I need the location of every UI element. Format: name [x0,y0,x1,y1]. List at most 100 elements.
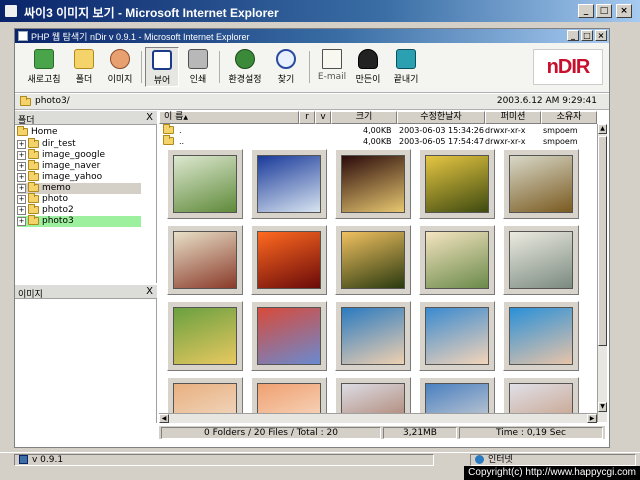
print-button[interactable]: 인쇄 [181,47,215,87]
folder-button[interactable]: 폴더 [67,47,101,87]
column-owner-header[interactable]: 소유자 [541,111,597,124]
toolbar-separator [219,51,220,83]
email-icon [322,49,342,69]
column-name-header[interactable]: 이 름▲ [159,111,299,124]
thumbnail-image [341,155,405,213]
expand-icon[interactable]: + [17,139,26,149]
expand-icon[interactable]: + [17,205,26,215]
minimize-button[interactable]: _ [578,4,594,18]
thumbnail-image [173,231,237,289]
thumbnail[interactable] [167,225,243,295]
thumbnail-image [257,155,321,213]
vertical-scrollbar[interactable]: ▲ ▼ [597,124,607,422]
viewer-icon [152,50,172,70]
app-maximize-button[interactable]: □ [581,30,593,41]
path-bar: photo3/ 2003.6.12 AM 9:29:41 [15,94,609,110]
tree-item-photo2[interactable]: + photo2 [17,204,74,216]
folder-icon [163,135,174,145]
refresh-button[interactable]: 새로고침 [27,47,61,87]
author-button[interactable]: 만든이 [351,47,385,87]
column-v-header[interactable]: v [315,111,331,124]
email-button[interactable]: E-mail [315,47,349,87]
thumbnail[interactable] [503,225,579,295]
column-size-header[interactable]: 크기 [331,111,397,124]
app-title-bar: PHP 웹 탐색기 nDir v 0.9.1 - Microsoft Inter… [15,29,609,43]
thumbnail[interactable] [335,225,411,295]
thumbnail[interactable] [503,149,579,219]
folder-icon [17,126,28,136]
tree-item-photo3[interactable]: + photo3 [17,215,141,227]
printer-icon [188,49,208,69]
thumbnail[interactable] [251,225,327,295]
app-minimize-button[interactable]: _ [567,30,579,41]
tree-item-dir-test[interactable]: + dir_test [17,138,76,150]
scrollbar-thumb[interactable] [598,136,607,346]
folder-icon [20,96,31,106]
app-close-button[interactable]: × [595,30,607,41]
horizontal-scrollbar[interactable]: ◀ ▶ [159,413,597,423]
column-modified-header[interactable]: 수정한날자 [397,111,485,124]
thumbnail-image [257,231,321,289]
thumbnail-image [509,231,573,289]
thumbnail-image [509,307,573,365]
image-icon [110,49,130,69]
folder-icon [28,204,39,214]
image-panel-header: 이미지 X [15,285,157,300]
exit-icon [396,49,416,69]
folder-panel-close-icon[interactable]: X [146,112,153,123]
viewer-button[interactable]: 뷰어 [145,47,179,87]
exit-button[interactable]: 끝내기 [389,47,423,87]
close-button[interactable]: × [616,4,632,18]
search-icon [276,49,296,69]
expand-icon[interactable]: + [17,172,26,182]
thumbnail[interactable] [251,301,327,371]
tree-item-photo[interactable]: + photo [17,193,68,205]
thumbnail[interactable] [251,149,327,219]
image-preview-panel [15,299,157,423]
tree-item-memo[interactable]: + memo [17,182,141,194]
thumbnail[interactable] [419,225,495,295]
tree-root-home[interactable]: Home [17,126,58,138]
column-permission-header[interactable]: 퍼미션 [485,111,541,124]
scroll-down-icon[interactable]: ▼ [598,402,607,412]
app-status-bar: 0 Folders / 20 Files / Total : 20 3,21MB… [159,425,605,439]
file-count-status: 0 Folders / 20 Files / Total : 20 [161,427,381,439]
folder-tree: Home + dir_test + image_google + image_nave… [15,125,157,283]
thumbnail[interactable] [503,301,579,371]
folder-panel-header: 폴더 X [15,111,157,126]
expand-icon[interactable]: + [17,194,26,204]
maximize-button[interactable]: □ [596,4,612,18]
toolbar-separator [309,51,310,83]
find-button[interactable]: 찾기 [269,47,303,87]
thumbnail-grid [163,149,595,421]
thumbnail[interactable] [167,149,243,219]
file-row[interactable]: .. 4,00KB 2003-06-05 17:54:47 drwxr-xr-x… [159,135,599,148]
image-button[interactable]: 이미지 [103,47,137,87]
column-r-header[interactable]: r [299,111,315,124]
expand-icon[interactable]: + [17,216,26,226]
scroll-right-icon[interactable]: ▶ [587,414,597,423]
thumbnail[interactable] [167,301,243,371]
scroll-left-icon[interactable]: ◀ [159,414,169,423]
thumbnail[interactable] [419,149,495,219]
expand-icon[interactable]: + [17,150,26,160]
image-panel-close-icon[interactable]: X [146,286,153,297]
folder-icon [74,49,94,69]
file-row[interactable]: . 4,00KB 2003-06-03 15:34:26 drwxr-xr-x … [159,124,599,137]
ie-status-bar: v 0.9.1 인터넷 [0,452,640,466]
folder-icon [28,215,39,225]
refresh-icon [34,49,54,69]
folder-icon [28,138,39,148]
current-path: photo3/ [35,96,70,106]
thumbnail-image [341,231,405,289]
expand-icon[interactable]: + [17,183,26,193]
thumbnail[interactable] [419,301,495,371]
settings-button[interactable]: 환경설정 [225,47,265,87]
folder-icon [28,171,39,181]
window-title-bar: 싸이3 이미지 보기 - Microsoft Internet Explorer… [0,0,640,22]
thumbnail[interactable] [335,149,411,219]
scroll-up-icon[interactable]: ▲ [598,124,607,134]
thumbnail[interactable] [335,301,411,371]
expand-icon[interactable]: + [17,161,26,171]
thumbnail-image [509,155,573,213]
